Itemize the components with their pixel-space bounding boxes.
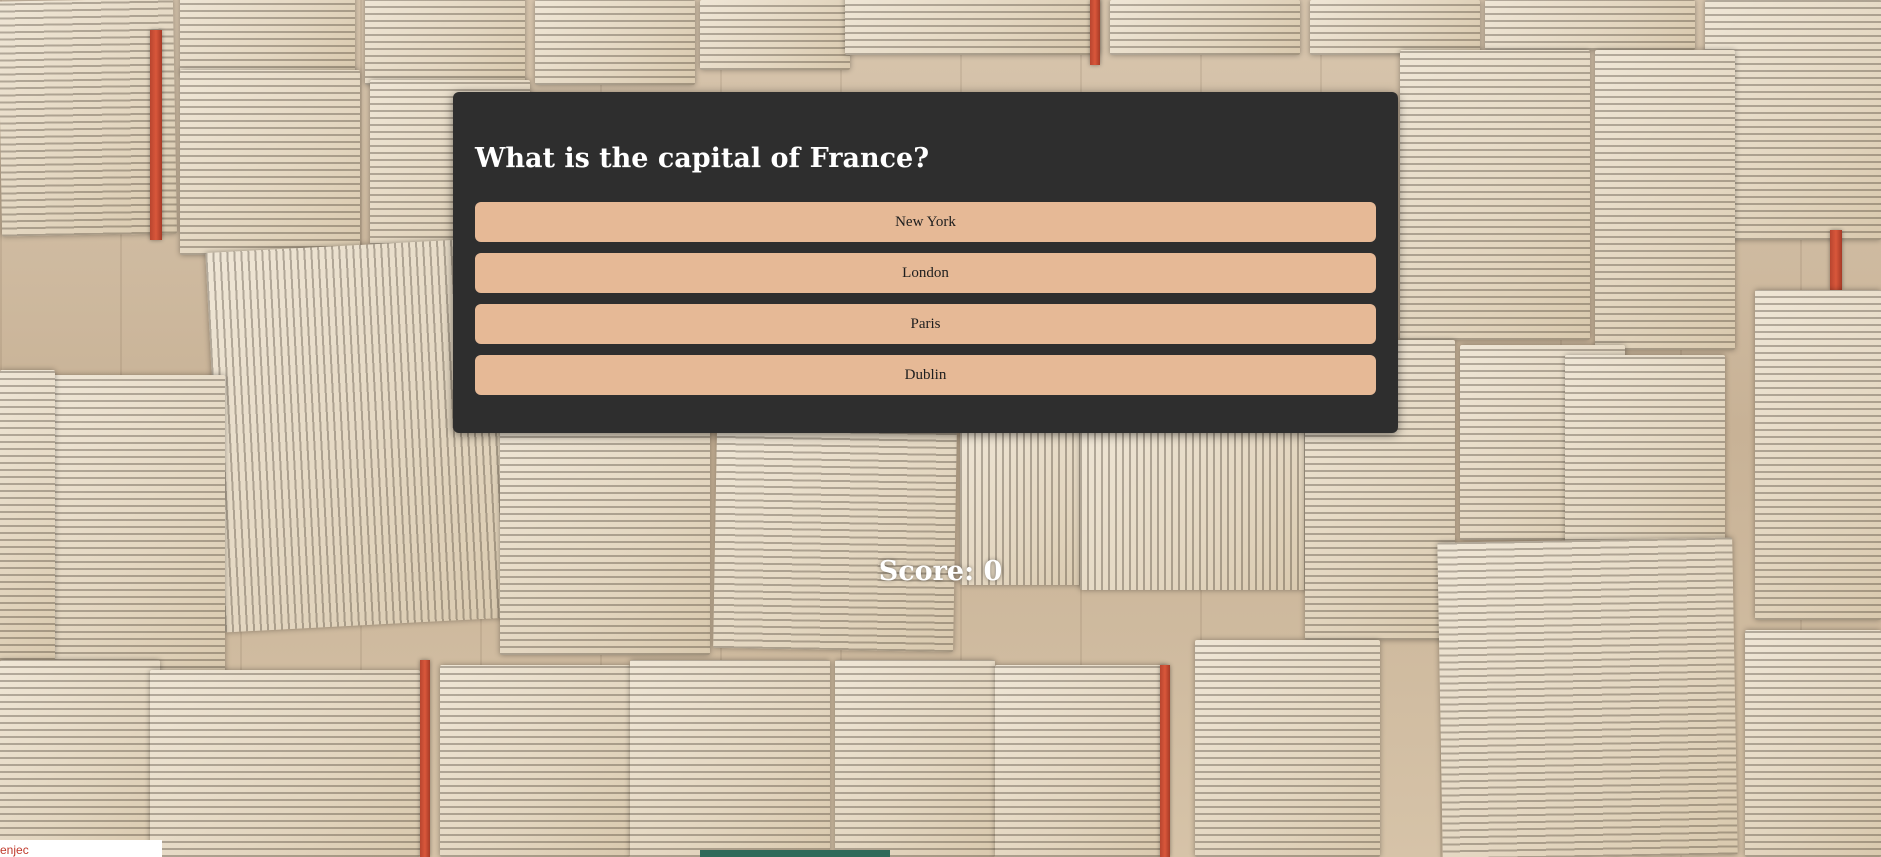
quiz-card: What is the capital of France? New York … xyxy=(453,92,1398,433)
score-display: Score: 0 xyxy=(878,556,1003,587)
bottom-strip xyxy=(700,850,890,857)
corner-link-fragment[interactable]: enjec xyxy=(0,843,29,857)
answer-list: New York London Paris Dublin xyxy=(475,202,1376,395)
answer-button-new-york[interactable]: New York xyxy=(475,202,1376,242)
answer-button-london[interactable]: London xyxy=(475,253,1376,293)
answer-button-paris[interactable]: Paris xyxy=(475,304,1376,344)
answer-button-dublin[interactable]: Dublin xyxy=(475,355,1376,395)
question-text: What is the capital of France? xyxy=(475,143,930,174)
